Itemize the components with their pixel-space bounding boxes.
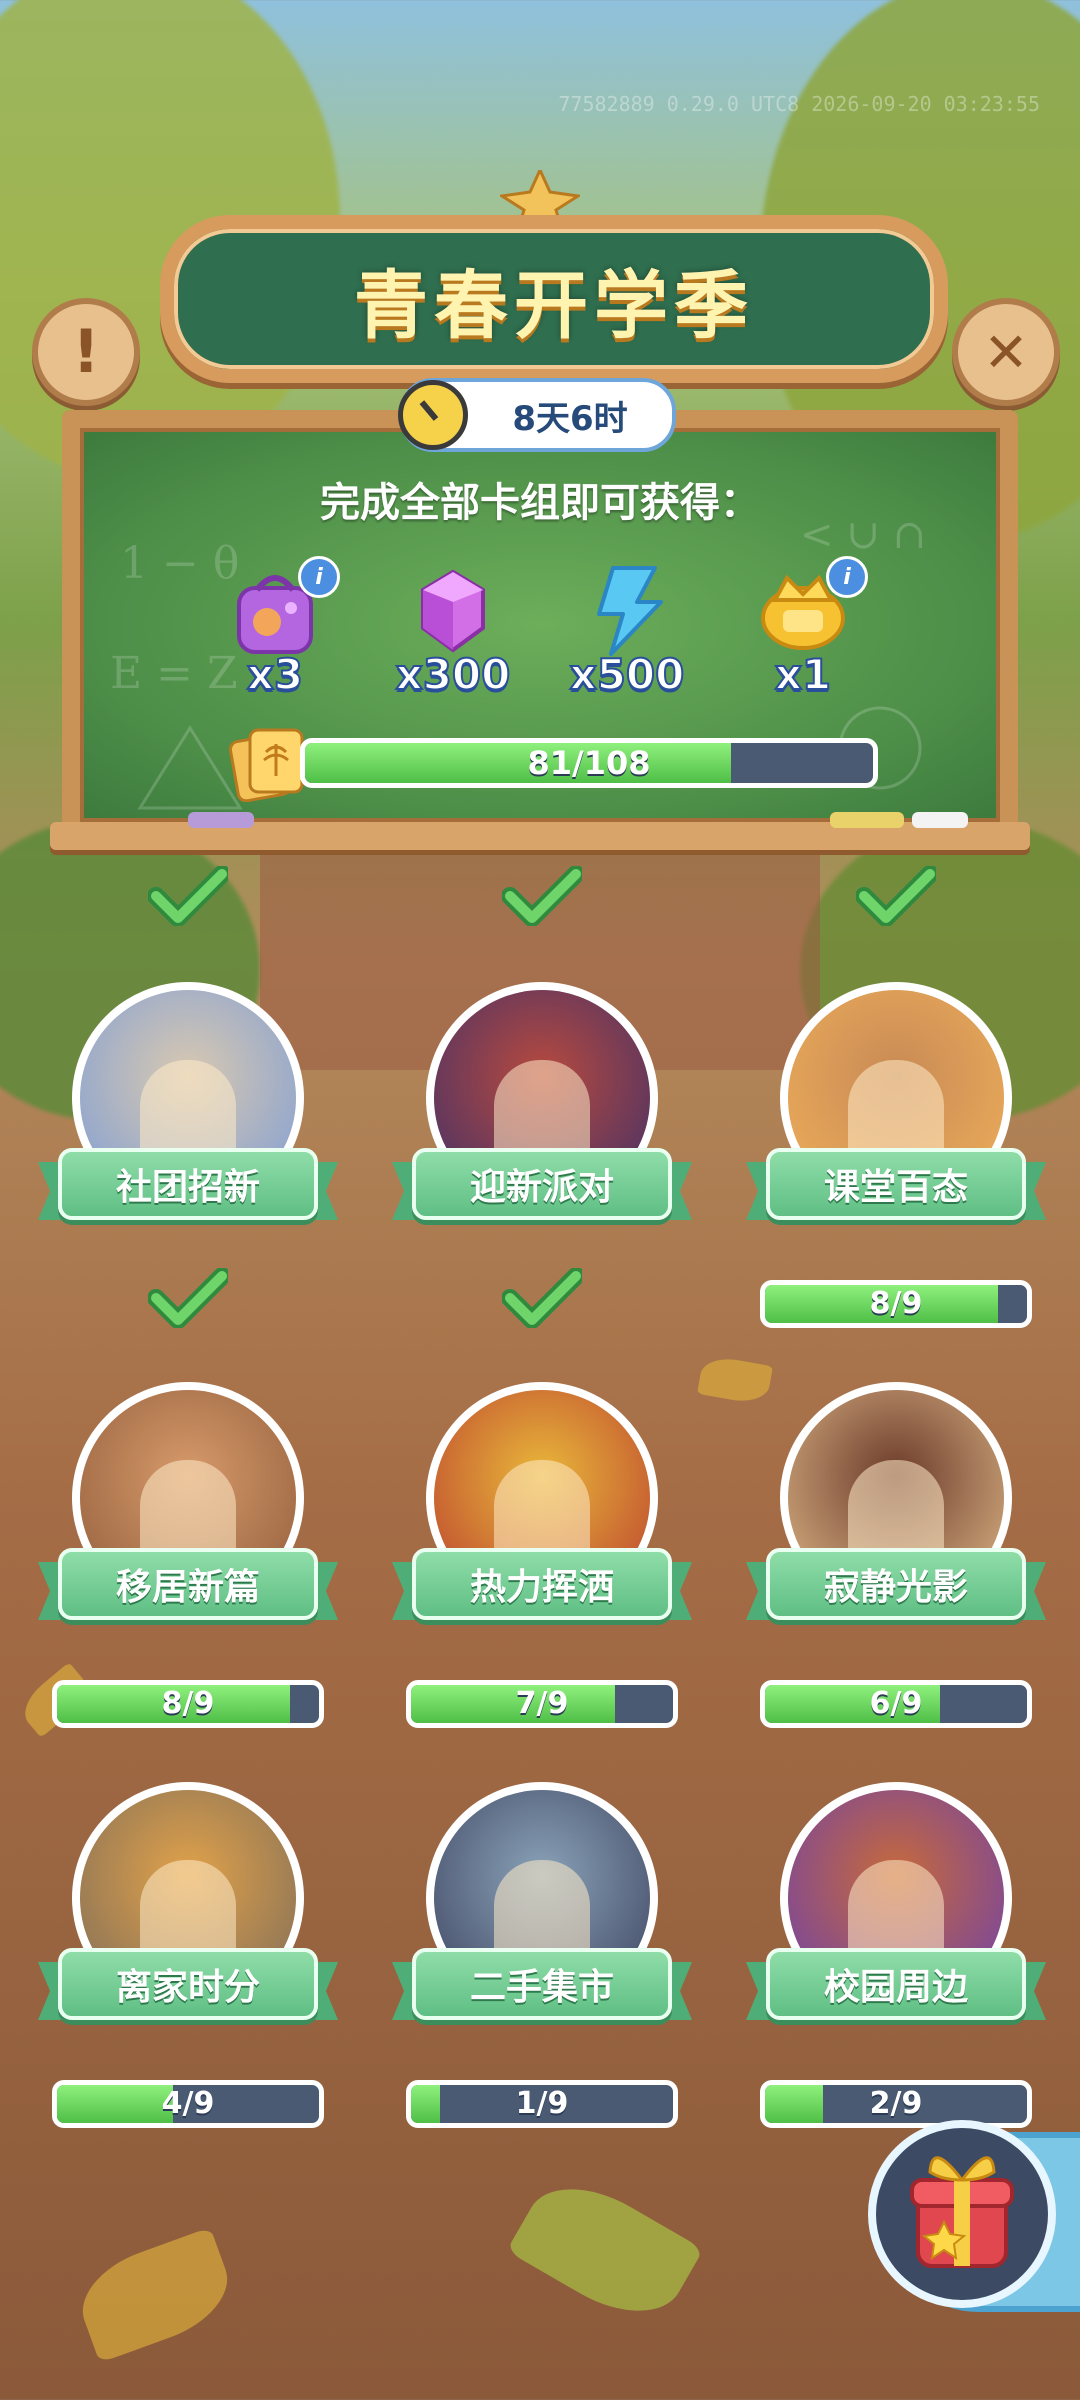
album-progress-bar: 1/9 — [406, 2080, 678, 2128]
album-name: 寂静光影 — [823, 1567, 968, 1608]
purple-gem-icon — [421, 569, 485, 653]
album-name: 二手集市 — [469, 1967, 614, 2008]
album-name: 离家时分 — [115, 1967, 260, 2008]
gift-box-icon — [868, 2120, 1056, 2308]
progress-label: 1/9 — [515, 2086, 569, 2121]
progress-label: 8/9 — [161, 1686, 215, 1721]
completed-check-icon — [856, 866, 936, 926]
completed-check-icon — [148, 1268, 228, 1328]
title-board: 青春开学季 — [160, 215, 948, 383]
progress-label: 81/108 — [527, 744, 651, 782]
reward-item[interactable]: x300 — [388, 560, 518, 700]
blue-energy-icon — [597, 566, 663, 656]
completed-check-icon — [502, 1268, 582, 1328]
album-name: 社团招新 — [115, 1167, 260, 1208]
progress-label: 4/9 — [161, 2086, 215, 2121]
album-card[interactable]: 移居新篇 — [38, 1382, 338, 1642]
album-progress-bar: 6/9 — [760, 1680, 1032, 1728]
album-card[interactable]: 二手集市 — [392, 1782, 692, 2042]
album-name: 课堂百态 — [823, 1167, 968, 1208]
reward-info-icon[interactable]: i — [826, 556, 868, 598]
album-name: 移居新篇 — [115, 1567, 260, 1608]
album-card[interactable]: 迎新派对 — [392, 982, 692, 1242]
album-card[interactable]: 课堂百态 — [746, 982, 1046, 1242]
reward-quantity: x3 — [246, 649, 304, 700]
reward-item[interactable]: x500 — [562, 560, 692, 700]
album-name: 校园周边 — [823, 1967, 968, 2008]
close-icon: ✕ — [983, 320, 1029, 384]
reward-quantity: x1 — [774, 649, 832, 700]
completed-check-icon — [502, 866, 582, 926]
completed-check-icon — [148, 866, 228, 926]
progress-label: 8/9 — [869, 1286, 923, 1321]
event-title-banner: 青春开学季 — [160, 170, 948, 383]
event-timer: 8天6时 — [398, 378, 676, 452]
album-progress-bar: 4/9 — [52, 2080, 324, 2128]
album-card[interactable]: 校园周边 — [746, 1782, 1046, 2042]
debug-info-text: 77582889 0.29.0 UTC8 2026-09-20 03:23:55 — [558, 92, 1040, 116]
album-progress-bar: 8/9 — [760, 1280, 1032, 1328]
progress-label: 7/9 — [515, 1686, 569, 1721]
progress-label: 6/9 — [869, 1686, 923, 1721]
card-pack-icon — [228, 728, 304, 802]
page-title: 青春开学季 — [354, 262, 754, 349]
gift-shop-button[interactable] — [858, 2110, 1080, 2320]
album-card[interactable]: 社团招新 — [38, 982, 338, 1242]
reward-heading: 完成全部卡组即可获得： — [320, 480, 760, 526]
reward-info-icon[interactable]: i — [298, 556, 340, 598]
reward-quantity: x300 — [395, 649, 512, 700]
clock-icon — [398, 380, 468, 450]
album-progress-bar: 7/9 — [406, 1680, 678, 1728]
album-progress-bar: 8/9 — [52, 1680, 324, 1728]
timer-text: 8天6时 — [512, 398, 628, 439]
reward-quantity: x500 — [569, 649, 686, 700]
reward-item[interactable]: i x3 — [210, 556, 340, 700]
chalk-piece — [188, 812, 254, 828]
album-card[interactable]: 寂静光影 — [746, 1382, 1046, 1642]
album-name: 迎新派对 — [469, 1167, 614, 1208]
album-card[interactable]: 离家时分 — [38, 1782, 338, 2042]
exclamation-icon: ! — [72, 317, 100, 387]
info-button[interactable]: ! — [32, 298, 140, 406]
overall-progress-bar: 81/108 — [300, 738, 878, 788]
close-button[interactable]: ✕ — [952, 298, 1060, 406]
chalk-piece — [830, 812, 904, 828]
chalk-piece — [912, 812, 968, 828]
album-name: 热力挥洒 — [469, 1567, 614, 1608]
reward-item[interactable]: i x1 — [738, 556, 868, 700]
album-card[interactable]: 热力挥洒 — [392, 1382, 692, 1642]
